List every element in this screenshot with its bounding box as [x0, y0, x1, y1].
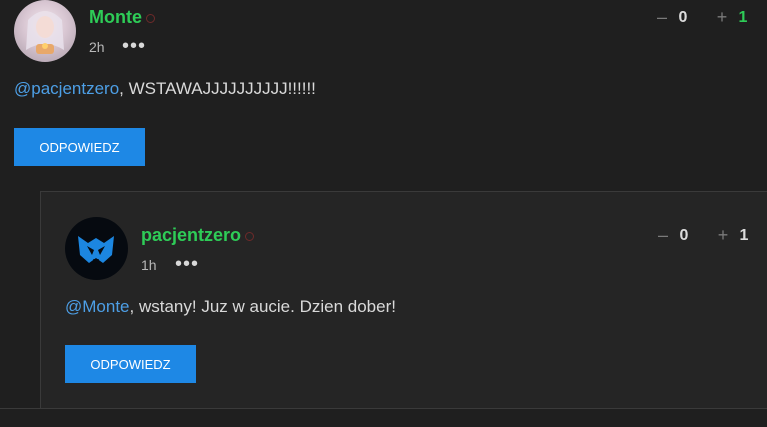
- downvote-button[interactable]: –: [653, 225, 673, 246]
- upvote-button[interactable]: +: [712, 7, 732, 28]
- upvote-count: 1: [739, 226, 749, 244]
- avatar[interactable]: [65, 217, 128, 280]
- upvote-button[interactable]: +: [713, 225, 733, 246]
- status-dot-icon: [245, 231, 255, 241]
- downvote-count: 0: [678, 8, 688, 26]
- upvote-count: 1: [738, 8, 748, 26]
- comment: Monte 2h ••• – 0 + 1 @pacjentzero, WSTAW…: [0, 0, 767, 180]
- wolf-logo-icon: [78, 236, 114, 264]
- username[interactable]: Monte: [89, 7, 155, 28]
- timestamp[interactable]: 1h: [141, 257, 157, 273]
- comment-reply: pacjentzero 1h ••• – 0 + 1 @Monte, wstan…: [40, 191, 767, 409]
- avatar-image: [26, 11, 64, 54]
- avatar[interactable]: [14, 0, 76, 62]
- username[interactable]: pacjentzero: [141, 225, 255, 246]
- comment-text: @Monte, wstany! Juz w aucie. Dzien dober…: [65, 297, 396, 317]
- vote-controls: – 0 + 1: [653, 225, 755, 246]
- divider: [0, 408, 767, 409]
- comment-body: , wstany! Juz w aucie. Dzien dober!: [129, 297, 396, 316]
- downvote-count: 0: [679, 226, 689, 244]
- downvote-button[interactable]: –: [652, 7, 672, 28]
- vote-controls: – 0 + 1: [652, 7, 754, 28]
- comment-text: @pacjentzero, WSTAWAJJJJJJJJJJ!!!!!!: [14, 79, 316, 99]
- status-dot-icon: [146, 13, 155, 23]
- reply-button[interactable]: ODPOWIEDZ: [14, 128, 145, 166]
- comment-body: , WSTAWAJJJJJJJJJJ!!!!!!: [119, 79, 316, 98]
- mention-link[interactable]: @pacjentzero: [14, 79, 119, 98]
- more-options-icon[interactable]: •••: [122, 36, 146, 56]
- more-options-icon[interactable]: •••: [175, 254, 199, 274]
- reply-button[interactable]: ODPOWIEDZ: [65, 345, 196, 383]
- timestamp[interactable]: 2h: [89, 39, 105, 55]
- mention-link[interactable]: @Monte: [65, 297, 130, 316]
